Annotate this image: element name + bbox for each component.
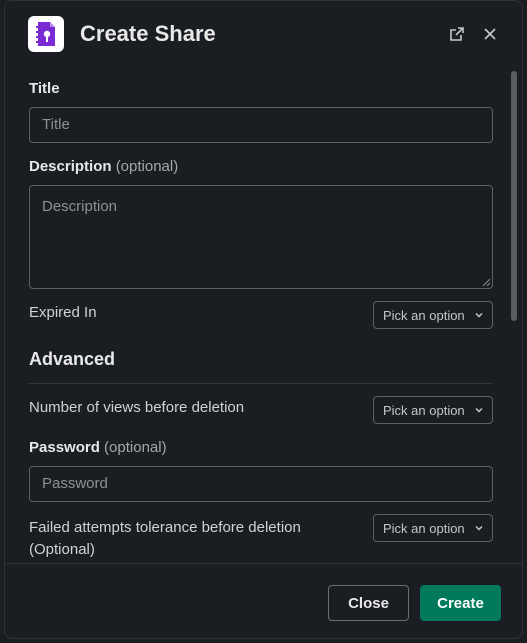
- failed-attempts-select[interactable]: Pick an option: [373, 514, 493, 542]
- password-label: Password (optional): [29, 439, 167, 456]
- dialog-footer: Close Create: [5, 563, 522, 638]
- create-button[interactable]: Create: [420, 585, 501, 621]
- chevron-down-icon: [475, 407, 483, 413]
- password-input[interactable]: Password: [29, 466, 493, 502]
- scrollbar-thumb[interactable]: [511, 71, 517, 321]
- title-placeholder: Title: [42, 116, 70, 133]
- external-link-icon[interactable]: [446, 23, 468, 45]
- description-placeholder: Description: [42, 198, 118, 215]
- password-optional: (optional): [104, 439, 167, 456]
- create-share-dialog: Create Share Title Title Description (op…: [4, 0, 523, 639]
- dialog-title: Create Share: [80, 21, 216, 46]
- dialog-header: Create Share: [5, 1, 522, 67]
- title-input[interactable]: Title: [29, 107, 493, 143]
- file-lock-icon: [28, 16, 64, 52]
- expired-in-select[interactable]: Pick an option: [373, 301, 493, 329]
- dialog-body: Title Title Description (optional) Descr…: [5, 67, 522, 563]
- scrollbar[interactable]: [511, 67, 517, 563]
- expired-in-label: Expired In: [29, 304, 97, 321]
- expired-in-value: Pick an option: [383, 307, 465, 323]
- description-label: Description (optional): [29, 158, 179, 175]
- close-icon[interactable]: [479, 23, 501, 45]
- failed-attempts-value: Pick an option: [383, 520, 465, 536]
- views-before-deletion-label: Number of views before deletion: [29, 399, 245, 416]
- password-placeholder: Password: [42, 475, 108, 492]
- close-button[interactable]: Close: [328, 585, 409, 621]
- views-before-deletion-value: Pick an option: [383, 402, 465, 418]
- advanced-heading: Advanced: [29, 349, 116, 369]
- chevron-down-icon: [475, 312, 483, 318]
- section-divider: [29, 383, 493, 384]
- description-optional: (optional): [115, 158, 179, 175]
- views-before-deletion-select[interactable]: Pick an option: [373, 396, 493, 424]
- title-label: Title: [29, 80, 60, 97]
- resize-grip-icon[interactable]: [482, 278, 490, 286]
- description-textarea[interactable]: Description: [29, 185, 493, 289]
- chevron-down-icon: [475, 525, 483, 531]
- failed-attempts-label: Failed attempts tolerance before deletio…: [29, 519, 301, 558]
